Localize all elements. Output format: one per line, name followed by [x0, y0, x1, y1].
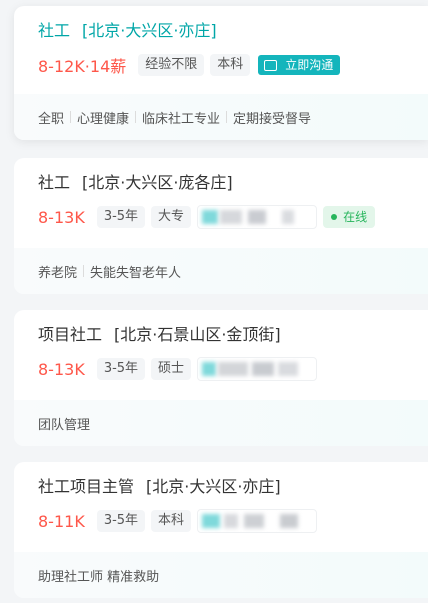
keyword: 助理社工师 精准救助: [38, 569, 160, 585]
keyword: 全职: [38, 111, 65, 127]
keyword: 失能失智老年人: [90, 265, 182, 281]
degree-tag: 硕士: [151, 358, 192, 380]
salary: 8-13K: [38, 207, 85, 227]
job-title[interactable]: 社工: [38, 21, 70, 40]
job-title-row[interactable]: 社工项目主管 [北京·大兴区·亦庄]: [38, 476, 428, 498]
salary: 8-13K: [38, 359, 85, 379]
job-title[interactable]: 社工项目主管: [38, 477, 134, 496]
experience-tag: 3-5年: [96, 206, 146, 228]
job-keywords: 团队管理: [14, 400, 428, 446]
job-title[interactable]: 项目社工: [38, 325, 102, 344]
degree-tag: 大专: [151, 206, 192, 228]
job-location: [北京·大兴区·亦庄]: [146, 477, 281, 496]
job-title-row[interactable]: 项目社工 [北京·石景山区·金顶街]: [38, 324, 428, 346]
divider: [83, 265, 85, 277]
keyword: 定期接受督导: [233, 111, 312, 127]
job-keywords: 养老院 失能失智老年人: [14, 248, 428, 294]
keyword: 心理健康: [77, 111, 130, 127]
job-card[interactable]: 社工项目主管 [北京·大兴区·亦庄] 8-11K 3-5年 本科 助理社工师 精准…: [14, 462, 428, 598]
chat-now-button[interactable]: 立即沟通: [258, 55, 341, 75]
keyword: 临床社工专业: [142, 111, 221, 127]
keyword: 团队管理: [38, 417, 91, 433]
degree-tag: 本科: [210, 54, 251, 76]
degree-tag: 本科: [151, 510, 192, 532]
job-location: [北京·大兴区·亦庄]: [82, 21, 217, 40]
salary: 8-11K: [38, 511, 85, 531]
divider: [226, 111, 228, 123]
job-keywords: 全职 心理健康 临床社工专业 定期接受督导: [14, 94, 428, 140]
job-card[interactable]: 社工 [北京·大兴区·亦庄] 8-12K·14薪 经验不限 本科 立即沟通 全职心…: [14, 6, 428, 140]
recruiter-info-blurred: [197, 509, 318, 533]
salary: 8-12K·14薪: [38, 57, 127, 76]
job-card[interactable]: 项目社工 [北京·石景山区·金顶街] 8-13K 3-5年 硕士 团队管理: [14, 310, 428, 446]
online-label: 在线: [343, 210, 368, 224]
job-title-row[interactable]: 社工 [北京·大兴区·亦庄]: [38, 20, 428, 42]
online-dot-icon: [331, 214, 338, 220]
job-location: [北京·大兴区·庞各庄]: [82, 173, 233, 192]
keyword: 养老院: [38, 265, 78, 281]
job-keywords: 助理社工师 精准救助: [14, 552, 428, 598]
divider: [135, 111, 137, 123]
job-title[interactable]: 社工: [38, 173, 70, 192]
job-card[interactable]: 社工 [北京·大兴区·庞各庄] 8-13K 3-5年 大专 在线 养老院 失能失智老…: [14, 158, 428, 294]
job-title-row[interactable]: 社工 [北京·大兴区·庞各庄]: [38, 172, 428, 194]
recruiter-info-blurred: [197, 357, 318, 381]
job-location: [北京·石景山区·金顶街]: [114, 325, 281, 344]
experience-tag: 经验不限: [138, 54, 205, 76]
experience-tag: 3-5年: [96, 510, 146, 532]
chat-now-label: 立即沟通: [285, 58, 334, 72]
divider: [70, 111, 72, 123]
recruiter-info-blurred: [197, 205, 318, 229]
chat-icon: [264, 59, 278, 71]
experience-tag: 3-5年: [96, 358, 146, 380]
online-status-badge: 在线: [323, 206, 376, 228]
